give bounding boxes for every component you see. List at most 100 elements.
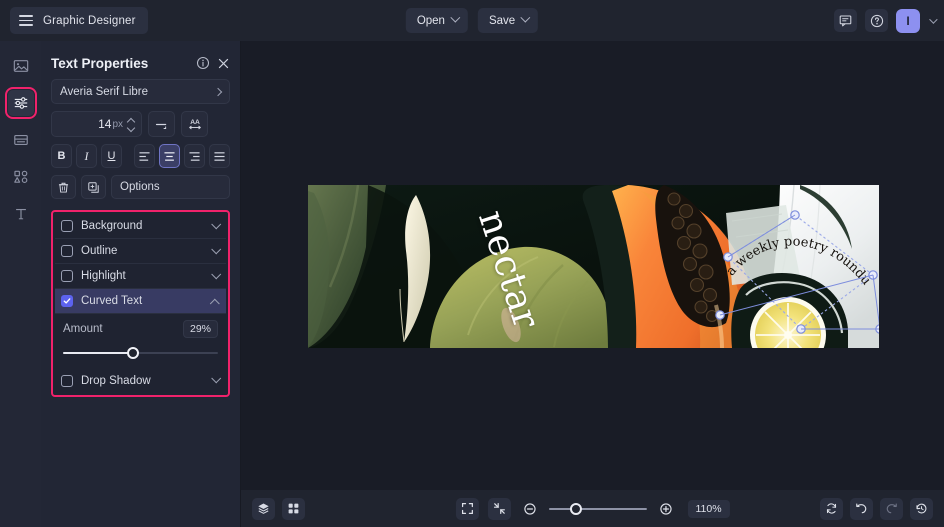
zoom-level[interactable]: 110%: [687, 499, 730, 518]
curved-text-checkbox[interactable]: [61, 295, 73, 307]
italic-label: I: [84, 148, 89, 163]
highlight-checkbox[interactable]: [61, 270, 73, 282]
background-checkbox[interactable]: [61, 220, 73, 232]
font-family-value: Averia Serif Libre: [60, 85, 148, 98]
history-button[interactable]: [910, 497, 933, 520]
zoom-in-icon: [659, 502, 672, 515]
card-layout-icon: [13, 134, 28, 146]
collapse-button[interactable]: [487, 497, 511, 520]
zoom-slider[interactable]: [548, 502, 647, 515]
collapse-arrows-icon: [493, 503, 505, 514]
app-menu-button[interactable]: Graphic Designer: [10, 7, 148, 34]
delete-button[interactable]: [51, 175, 76, 199]
hamburger-icon: [19, 15, 33, 26]
help-button[interactable]: [865, 9, 888, 32]
rail-item-adjustments[interactable]: [4, 87, 37, 119]
zoom-out-button[interactable]: [519, 499, 539, 519]
redo-button[interactable]: [880, 497, 903, 520]
open-menu-label: Open: [416, 14, 445, 27]
font-size-stepper[interactable]: [128, 119, 137, 130]
panel-info-button[interactable]: [196, 56, 210, 70]
save-menu-button[interactable]: Save: [477, 8, 539, 33]
zoom-slider-track[interactable]: [548, 507, 647, 510]
rail-item-shapes[interactable]: [8, 164, 34, 190]
reset-button[interactable]: [820, 497, 843, 520]
slider-knob[interactable]: [126, 347, 139, 359]
stepper-down-icon[interactable]: [128, 126, 135, 130]
chevron-down-icon: [211, 373, 222, 384]
bold-button[interactable]: B: [51, 144, 72, 168]
layers-button[interactable]: [252, 497, 275, 520]
outline-checkbox[interactable]: [61, 245, 73, 257]
curved-text-label: a weekly poetry roundup: [724, 216, 874, 288]
align-left-button[interactable]: [134, 144, 156, 168]
fit-screen-button[interactable]: [455, 497, 479, 520]
font-size-input[interactable]: 14 px: [51, 111, 142, 137]
image-icon: [13, 60, 28, 72]
slider-fill: [63, 352, 133, 354]
accordion-label: Background: [81, 220, 143, 232]
align-justify-button[interactable]: [209, 144, 231, 168]
chevron-down-icon: [211, 268, 222, 279]
accordion-label: Outline: [81, 245, 118, 257]
accordion-item-highlight[interactable]: Highlight: [55, 264, 226, 289]
top-bar: Graphic Designer Open Save I: [0, 0, 944, 41]
rail-item-text[interactable]: [8, 201, 34, 227]
stepper-up-icon[interactable]: [128, 119, 135, 123]
grid-button[interactable]: [282, 497, 305, 520]
fit-screen-icon: [461, 503, 473, 514]
rail-item-layout[interactable]: [8, 127, 34, 153]
amount-slider[interactable]: [63, 347, 218, 359]
zoom-in-button[interactable]: [655, 499, 675, 519]
italic-button[interactable]: I: [75, 144, 97, 168]
bottom-bar-left: [252, 497, 305, 520]
line-height-button[interactable]: [148, 111, 175, 137]
app-root: Graphic Designer Open Save I Text Proper…: [0, 0, 944, 527]
artboard[interactable]: nectar a weekly poetry roundup: [308, 185, 879, 348]
effects-accordion: Background Outline Highlight Curved Text…: [51, 210, 230, 397]
duplicate-button[interactable]: [81, 175, 106, 199]
grid-icon: [288, 503, 299, 514]
redo-icon: [886, 503, 897, 514]
font-family-select[interactable]: Averia Serif Libre: [51, 79, 230, 104]
top-bar-left: Graphic Designer: [10, 7, 148, 34]
duplicate-icon: [88, 181, 99, 193]
reset-sync-icon: [826, 503, 837, 514]
undo-button[interactable]: [850, 497, 873, 520]
accordion-item-drop-shadow[interactable]: Drop Shadow: [55, 368, 226, 393]
rail-item-image[interactable]: [8, 53, 34, 79]
drop-shadow-checkbox[interactable]: [61, 374, 73, 387]
account-chevron-down-icon[interactable]: [929, 14, 938, 24]
chevron-down-icon: [211, 218, 222, 229]
close-x-icon: [218, 58, 229, 68]
comment-button[interactable]: [834, 9, 857, 32]
accordion-item-background[interactable]: Background: [55, 214, 226, 239]
accordion-item-outline[interactable]: Outline: [55, 239, 226, 264]
accordion-item-curved-text[interactable]: Curved Text: [55, 289, 226, 314]
curved-text-svg: a weekly poetry roundup: [715, 210, 879, 334]
trash-icon: [58, 182, 69, 193]
avatar[interactable]: I: [896, 8, 920, 33]
panel-title: Text Properties: [51, 55, 149, 71]
align-center-button[interactable]: [159, 144, 181, 168]
align-justify-icon: [214, 151, 225, 161]
align-right-button[interactable]: [184, 144, 206, 168]
canvas-area[interactable]: nectar a weekly poetry roundup: [241, 41, 944, 490]
app-title: Graphic Designer: [43, 14, 136, 27]
check-icon: [63, 298, 71, 304]
panel-close-button[interactable]: [217, 57, 230, 70]
save-menu-label: Save: [488, 14, 516, 27]
open-menu-button[interactable]: Open: [405, 8, 468, 33]
chevron-right-icon: [213, 87, 223, 96]
zoom-slider-knob[interactable]: [569, 502, 582, 515]
accordion-label: Highlight: [81, 270, 126, 282]
letter-spacing-button[interactable]: AA: [181, 111, 208, 137]
options-button[interactable]: Options: [111, 175, 230, 199]
selected-text-object[interactable]: a weekly poetry roundup: [715, 210, 879, 347]
shapes-icon: [13, 170, 27, 184]
amount-label: Amount: [63, 323, 103, 335]
underline-button[interactable]: U: [100, 144, 122, 168]
svg-text:AA: AA: [190, 119, 200, 126]
letter-spacing-aa-icon: AA: [188, 119, 201, 130]
align-center-icon: [164, 151, 175, 161]
